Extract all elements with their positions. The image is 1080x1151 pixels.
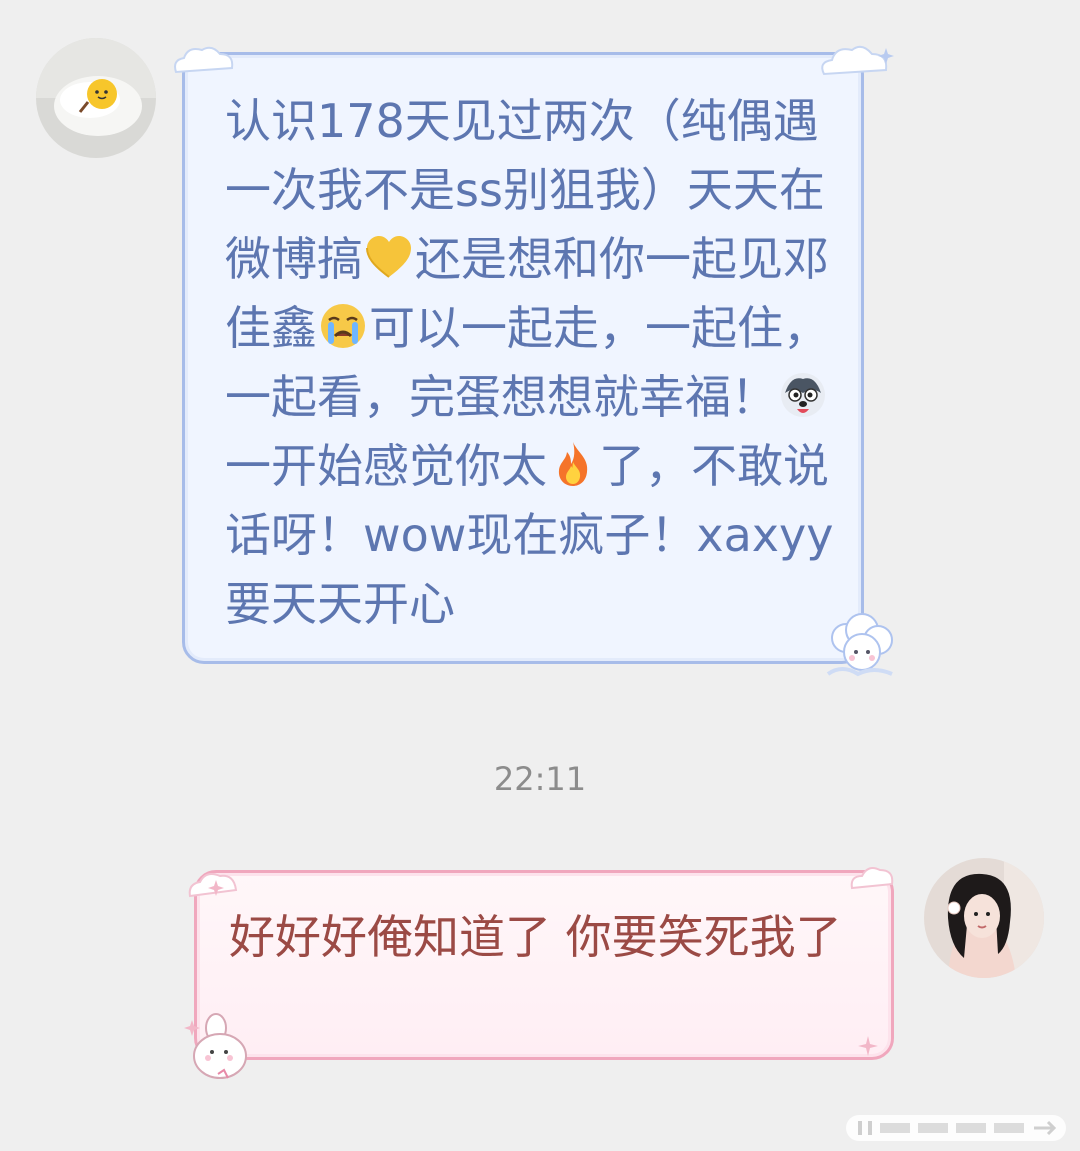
yellow-heart-icon xyxy=(363,231,415,283)
sparkle-decoration-icon xyxy=(856,1034,880,1062)
bunny-sticker-icon xyxy=(184,1008,256,1088)
cloud-decoration-icon xyxy=(170,42,240,86)
incoming-message-text: 认识178天见过两次（纯偶遇一次我不是ss别狙我）天天在微博搞 还是想和你一起见邓… xyxy=(225,94,834,631)
fire-icon xyxy=(547,438,599,490)
incoming-message-bubble[interactable]: 认识178天见过两次（纯偶遇一次我不是ss别狙我）天天在微博搞 还是想和你一起见邓… xyxy=(182,52,864,664)
husky-dog-icon xyxy=(777,369,829,421)
cloud-decoration-icon xyxy=(848,862,898,900)
cloud-decoration-icon xyxy=(186,866,246,910)
my-avatar[interactable] xyxy=(924,858,1044,978)
watermark-logo-icon xyxy=(846,1115,1066,1141)
crying-face-icon xyxy=(317,300,369,352)
contact-avatar[interactable] xyxy=(36,38,156,158)
message-timestamp: 22:11 xyxy=(493,760,587,798)
outgoing-message-bubble[interactable]: 好好好俺知道了 你要笑死我了 xyxy=(194,870,894,1060)
outgoing-message-text: 好好好俺知道了 你要笑死我了 xyxy=(229,910,842,964)
cloud-decoration-icon xyxy=(816,40,896,88)
sheep-sticker-icon xyxy=(822,608,902,688)
